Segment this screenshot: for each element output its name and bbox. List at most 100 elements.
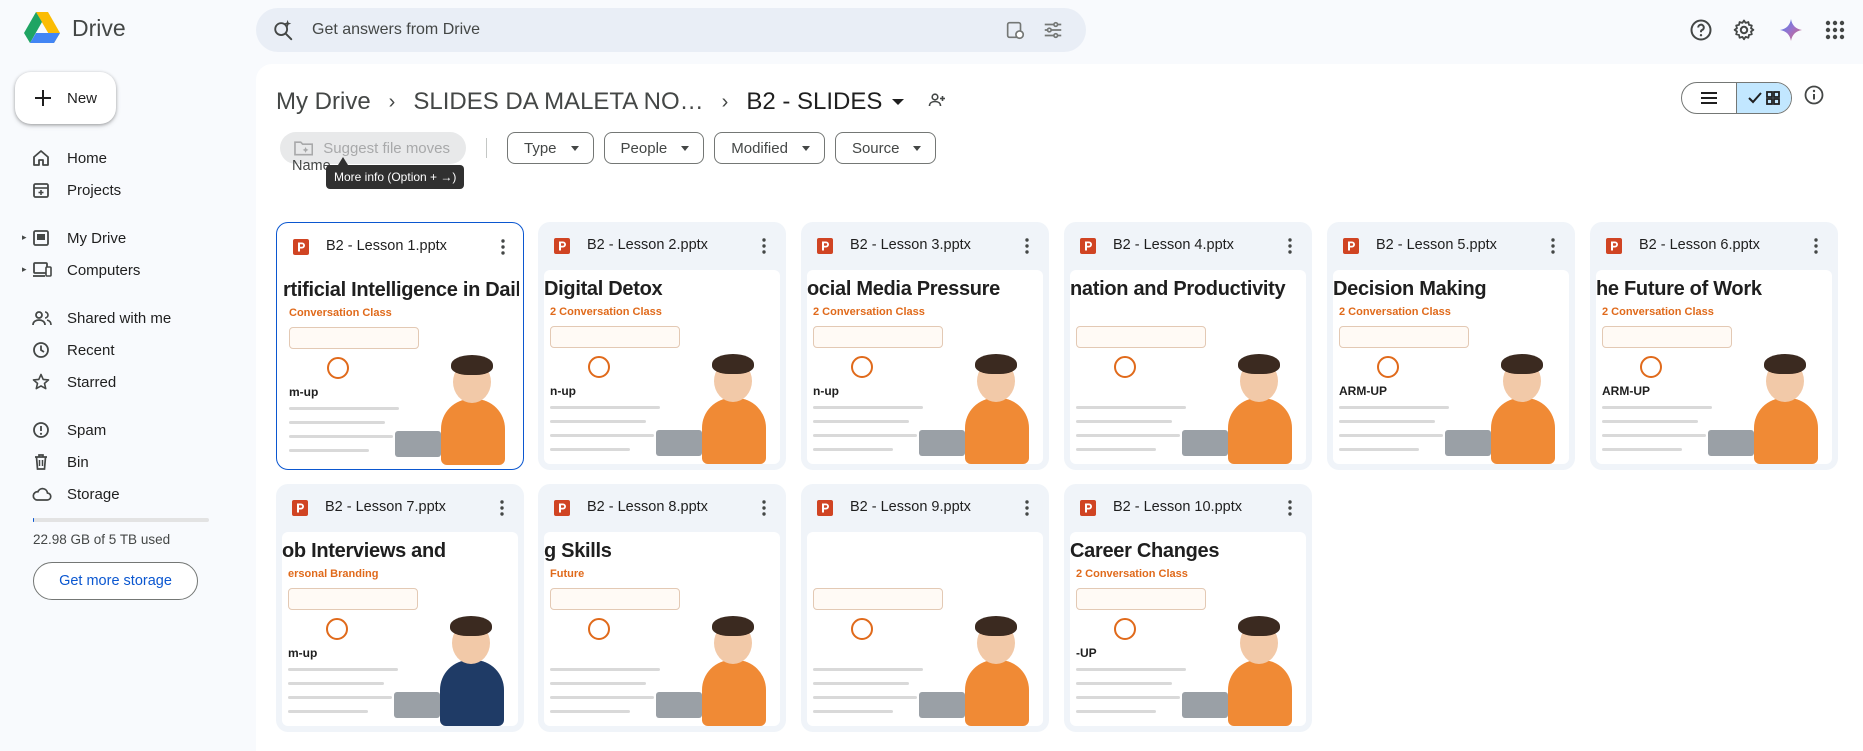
file-card[interactable]: B2 - Lesson 2.pptx Digital Detox 2 Convers… <box>538 222 786 470</box>
breadcrumb-my-drive[interactable]: My Drive <box>276 88 371 116</box>
thumbnail-title: ocial Media Pressure <box>807 278 1000 300</box>
sidebar-item-home[interactable]: Home <box>0 142 240 174</box>
thumbnail-text-line <box>1076 406 1186 409</box>
more-actions-icon[interactable] <box>754 236 774 256</box>
gemini-sparkle-icon[interactable] <box>1775 14 1807 46</box>
grid-view-button[interactable] <box>1736 83 1791 113</box>
apps-grid-icon[interactable] <box>1819 14 1851 46</box>
sidebar-item-bin[interactable]: Bin <box>0 446 240 478</box>
more-actions-icon[interactable] <box>1806 236 1826 256</box>
sidebar-item-spam[interactable]: Spam <box>0 414 240 446</box>
drive-logo-icon <box>24 12 60 43</box>
share-folder-icon[interactable] <box>928 88 946 116</box>
source-filter-chip[interactable]: Source <box>834 132 937 164</box>
file-card[interactable]: B2 - Lesson 9.pptx <box>801 484 1049 732</box>
more-actions-icon[interactable] <box>1543 236 1563 256</box>
more-actions-icon[interactable] <box>1017 498 1037 518</box>
thumbnail-text-line <box>289 421 385 424</box>
file-card[interactable]: B2 - Lesson 3.pptx ocial Media Pressure 2 … <box>801 222 1049 470</box>
thumbnail-subtitle: Future <box>550 568 585 580</box>
storage-progress-fill <box>33 518 34 522</box>
powerpoint-file-icon <box>554 238 570 259</box>
thumbnail-text-line <box>288 696 392 699</box>
more-actions-icon[interactable] <box>492 498 512 518</box>
search-options-icon[interactable] <box>1042 19 1064 46</box>
chip-label: People <box>620 139 668 157</box>
filter-chips: Suggest file moves Type People Modified … <box>280 131 946 165</box>
chevron-right-icon: › <box>388 90 396 113</box>
dropdown-arrow-icon <box>913 145 922 151</box>
thumbnail-text-line <box>1076 668 1186 671</box>
type-filter-chip[interactable]: Type <box>507 132 594 164</box>
file-card[interactable]: B2 - Lesson 7.pptx ob Interviews and erson… <box>276 484 524 732</box>
search-input[interactable] <box>312 8 932 52</box>
modified-filter-chip[interactable]: Modified <box>714 132 825 164</box>
thumbnail-badge <box>588 618 610 640</box>
thumbnail-info-box <box>1076 588 1206 610</box>
more-actions-icon[interactable] <box>1017 236 1037 256</box>
sidebar-item-starred[interactable]: Starred <box>0 366 240 398</box>
expand-arrow-icon[interactable]: ▸ <box>22 232 30 244</box>
file-card[interactable]: B2 - Lesson 10.pptx Career Changes 2 Conve… <box>1064 484 1312 732</box>
folder-menu-dropdown-icon[interactable] <box>892 99 905 105</box>
thumbnail-badge <box>1114 618 1136 640</box>
info-icon[interactable] <box>1803 84 1825 111</box>
file-name: B2 - Lesson 10.pptx <box>1113 499 1242 515</box>
gear-icon[interactable] <box>1728 14 1760 46</box>
drive-logo[interactable]: Drive <box>24 12 126 44</box>
file-card-header: B2 - Lesson 6.pptx <box>1590 222 1838 270</box>
file-card-header: B2 - Lesson 8.pptx <box>538 484 786 532</box>
search-bar[interactable] <box>256 8 1086 52</box>
breadcrumb-parent-folder[interactable]: SLIDES DA MALETA NO… <box>413 88 703 116</box>
thumbnail-person-hair <box>1764 354 1806 374</box>
search-settings-icon[interactable] <box>1004 19 1026 46</box>
thumbnail-text-line <box>1076 696 1180 699</box>
more-actions-icon[interactable] <box>754 498 774 518</box>
help-icon[interactable] <box>1685 14 1717 46</box>
file-card[interactable]: B2 - Lesson 8.pptx g Skills Future <box>538 484 786 732</box>
thumbnail-badge <box>588 356 610 378</box>
file-card[interactable]: B2 - Lesson 4.pptx nation and Productivit… <box>1064 222 1312 470</box>
sidebar-item-computers[interactable]: ▸ Computers <box>0 254 240 286</box>
file-name: B2 - Lesson 6.pptx <box>1639 237 1760 253</box>
list-view-button[interactable] <box>1682 83 1736 113</box>
thumbnail-person-hair <box>1238 616 1280 636</box>
thumbnail-text-line <box>550 710 630 713</box>
file-card[interactable]: B2 - Lesson 1.pptx rtificial Intelligence… <box>276 222 524 470</box>
suggest-label: Suggest file moves <box>323 139 450 157</box>
thumbnail-text-line <box>288 710 368 713</box>
thumbnail-person-hair <box>712 616 754 636</box>
thumbnail-text-line <box>813 682 909 685</box>
more-actions-icon[interactable] <box>1280 236 1300 256</box>
thumbnail-laptop <box>1182 692 1228 718</box>
thumbnail-text-line <box>288 682 384 685</box>
new-button[interactable]: New <box>15 72 116 124</box>
cloud-icon <box>32 485 52 507</box>
file-card[interactable]: B2 - Lesson 6.pptx he Future of Work 2 Con… <box>1590 222 1838 470</box>
thumbnail-text-line <box>550 406 660 409</box>
projects-icon <box>32 181 50 203</box>
sort-by-name-header[interactable]: Name <box>292 158 331 174</box>
file-card[interactable]: B2 - Lesson 5.pptx Decision Making 2 Conve… <box>1327 222 1575 470</box>
more-actions-icon[interactable] <box>1280 498 1300 518</box>
breadcrumb-current-folder[interactable]: B2 - SLIDES <box>746 88 882 116</box>
more-actions-icon[interactable] <box>493 237 513 257</box>
thumbnail-text-line <box>1076 448 1156 451</box>
thumbnail-person-hair <box>712 354 754 374</box>
sidebar-item-my-drive[interactable]: ▸ My Drive <box>0 222 240 254</box>
sidebar-item-label: Home <box>67 150 108 167</box>
sidebar-item-storage[interactable]: Storage <box>0 478 240 510</box>
get-more-storage-button[interactable]: Get more storage <box>33 562 198 600</box>
sidebar-item-projects[interactable]: Projects <box>0 174 240 206</box>
thumbnail-laptop <box>395 431 441 457</box>
file-thumbnail: nation and Productivity <box>1070 270 1306 464</box>
sidebar-item-recent[interactable]: Recent <box>0 334 240 366</box>
expand-arrow-icon[interactable]: ▸ <box>22 264 30 276</box>
new-button-label: New <box>67 89 98 107</box>
file-card-header: B2 - Lesson 5.pptx <box>1327 222 1575 270</box>
people-filter-chip[interactable]: People <box>603 132 705 164</box>
sidebar-item-shared[interactable]: Shared with me <box>0 302 240 334</box>
thumbnail-text-line <box>1339 420 1435 423</box>
thumbnail-warmup-label: m-up <box>288 646 318 660</box>
sidebar-item-label: Computers <box>67 262 141 279</box>
